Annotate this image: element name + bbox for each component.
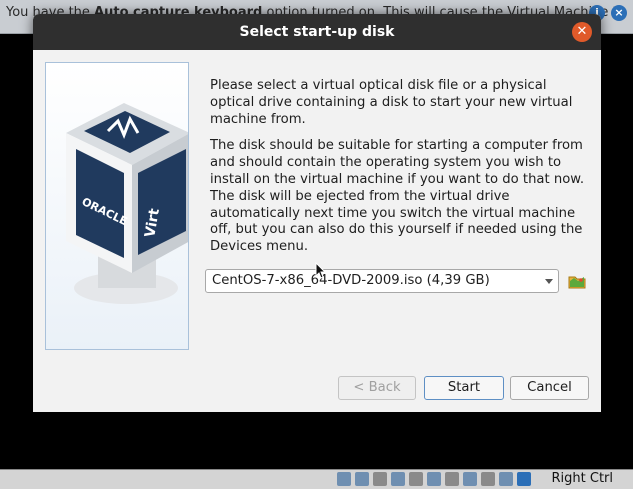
select-startup-disk-dialog: Select start-up disk ✕ ORACLE Virt Pleas… xyxy=(33,14,601,412)
optical-drive-icon[interactable] xyxy=(355,472,369,486)
mouse-integration-icon[interactable] xyxy=(499,472,513,486)
chevron-down-icon xyxy=(545,279,553,284)
video-capture-icon[interactable] xyxy=(463,472,477,486)
mouse-cursor-icon xyxy=(315,262,327,279)
host-key-label: Right Ctrl xyxy=(551,471,614,486)
back-button[interactable]: < Back xyxy=(338,376,416,400)
disk-selector-row: CentOS-7-x86_64-DVD-2009.iso (4,39 GB) xyxy=(205,269,590,295)
description-paragraph-2: The disk should be suitable for starting… xyxy=(210,138,585,255)
hard-disk-icon[interactable] xyxy=(337,472,351,486)
description-paragraph-1: Please select a virtual optical disk fil… xyxy=(210,78,573,127)
display-icon[interactable] xyxy=(445,472,459,486)
disk-selector-combobox[interactable]: CentOS-7-x86_64-DVD-2009.iso (4,39 GB) xyxy=(205,269,559,293)
cpu-icon[interactable] xyxy=(481,472,495,486)
folder-icon xyxy=(568,276,586,289)
notification-close-icon[interactable]: × xyxy=(611,5,627,21)
keyboard-capture-icon[interactable] xyxy=(517,472,531,486)
dialog-title: Select start-up disk xyxy=(239,24,395,40)
cancel-button[interactable]: Cancel xyxy=(510,376,589,400)
audio-icon[interactable] xyxy=(373,472,387,486)
start-button[interactable]: Start xyxy=(424,376,504,400)
usb-icon[interactable] xyxy=(409,472,423,486)
shared-folders-icon[interactable] xyxy=(427,472,441,486)
dialog-description: Please select a virtual optical disk fil… xyxy=(210,78,590,266)
vm-statusbar: Right Ctrl xyxy=(0,469,633,489)
choose-disk-file-button[interactable] xyxy=(567,271,587,291)
network-icon[interactable] xyxy=(391,472,405,486)
disk-selector-value: CentOS-7-x86_64-DVD-2009.iso (4,39 GB) xyxy=(212,273,490,288)
virtualbox-logo: ORACLE Virt xyxy=(45,62,189,350)
close-icon[interactable]: ✕ xyxy=(572,22,592,42)
dialog-titlebar: Select start-up disk ✕ xyxy=(33,14,601,50)
